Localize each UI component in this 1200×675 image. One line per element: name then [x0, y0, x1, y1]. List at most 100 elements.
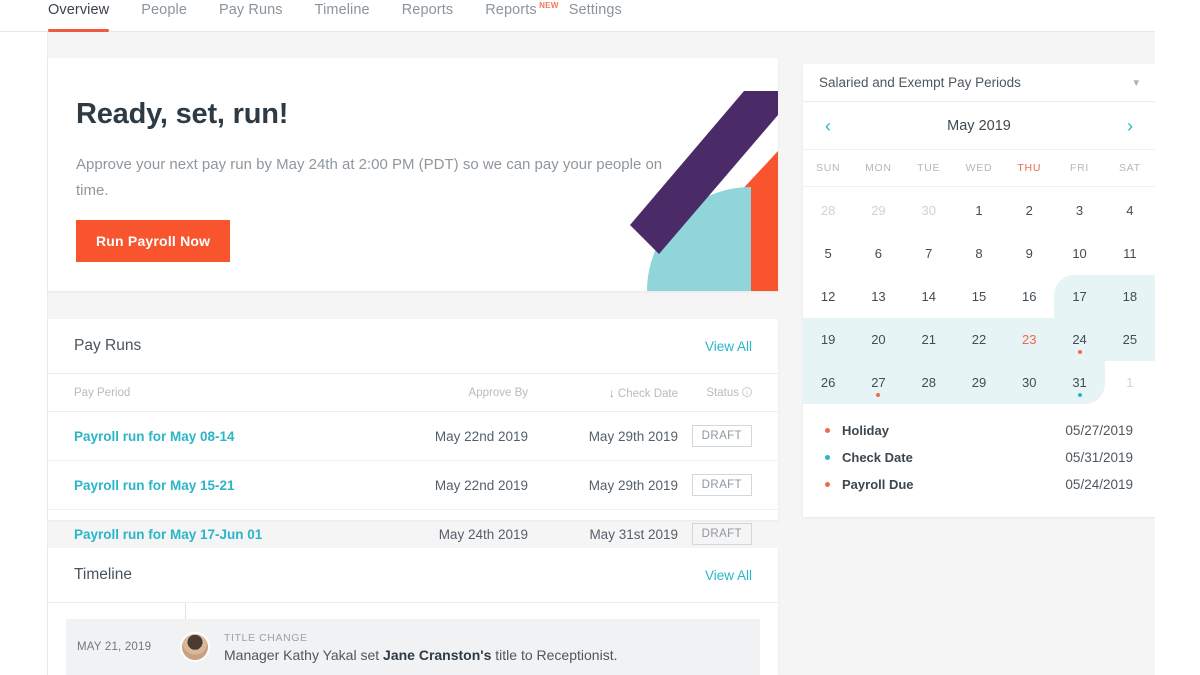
calendar-day-cell[interactable]: 29 [954, 361, 1004, 404]
pay-run-link[interactable]: Payroll run for May 08-14 [74, 429, 235, 444]
column-header-pay-period[interactable]: Pay Period [48, 374, 378, 412]
calendar-day-cell[interactable]: 13 [853, 275, 903, 318]
calendar-day-number: 11 [1123, 246, 1137, 261]
calendar-day-cell[interactable]: 21 [904, 318, 954, 361]
legend-label: Payroll Due [842, 477, 914, 492]
legend-row: Holiday 05/27/2019 [825, 417, 1133, 444]
calendar-day-cell[interactable]: 4 [1105, 189, 1155, 232]
calendar-day-number: 22 [971, 332, 987, 347]
timeline-text-bold: Jane Cranston's [383, 646, 492, 663]
nav-item-label: Timeline [314, 2, 370, 18]
pay-run-link[interactable]: Payroll run for May 15-21 [74, 478, 235, 493]
calendar-day-number: 5 [824, 246, 832, 261]
pay-period-select[interactable]: Salaried and Exempt Pay Periods ▾ [803, 64, 1155, 102]
calendar-day-cell[interactable]: 3 [1054, 189, 1104, 232]
calendar-event-dot-check [1077, 393, 1082, 397]
app-page: Overview People Pay Runs Timeline Reports Rep… [0, 0, 1200, 675]
calendar-day-number: 30 [1022, 375, 1037, 390]
cell-status: DRAFT [678, 411, 778, 461]
calendar-day-cell[interactable]: 30 [1004, 361, 1054, 404]
calendar-day-cell[interactable]: 23 [1004, 318, 1054, 361]
pay-runs-view-all-link[interactable]: View All [705, 339, 752, 354]
column-header-check-date-label: Check Date [617, 388, 678, 400]
calendar-day-cell[interactable]: 19 [803, 318, 853, 361]
calendar-day-cell[interactable]: 8 [954, 232, 1004, 275]
timeline-body: MAY 21, 2019 TITLE CHANGE Manager Kathy … [48, 603, 778, 675]
timeline-card: Timeline View All MAY 21, 2019 TITLE CHA… [48, 548, 778, 675]
timeline-view-all-link[interactable]: View All [705, 568, 752, 583]
column-header-check-date[interactable]: ↓ Check Date [528, 374, 678, 412]
calendar-day-cell[interactable]: 20 [853, 318, 903, 361]
nav-item-timeline[interactable]: Timeline [315, 0, 370, 32]
column-header-status[interactable]: Status i [678, 374, 778, 412]
calendar-day-cell[interactable]: 30 [904, 189, 954, 232]
calendar-day-cell[interactable]: 10 [1054, 232, 1104, 275]
run-payroll-button[interactable]: Run Payroll Now [76, 220, 231, 262]
nav-item-reports-new[interactable]: Reports NEW [485, 0, 558, 32]
calendar-day-number: 15 [971, 289, 987, 304]
calendar-day-cell[interactable]: 14 [904, 275, 954, 318]
page-title: Ready, set, run! [76, 98, 289, 130]
cell-pay-period: Payroll run for May 15-21 [48, 460, 378, 510]
calendar-day-cell[interactable]: 28 [904, 361, 954, 404]
calendar-day-cell[interactable]: 27 [853, 361, 903, 404]
calendar-day-cell[interactable]: 11 [1105, 232, 1155, 275]
nav-item-overview[interactable]: Overview [48, 0, 110, 32]
calendar-day-cell[interactable]: 16 [1004, 275, 1054, 318]
calendar-day-number: 8 [975, 246, 983, 261]
calendar-dow-wed: WED [965, 162, 993, 174]
calendar-day-cell[interactable]: 5 [803, 232, 853, 275]
calendar-day-number: 4 [1126, 203, 1134, 218]
calendar-day-cell[interactable]: 7 [904, 232, 954, 275]
calendar-day-cell[interactable]: 28 [803, 189, 853, 232]
calendar-day-number: 30 [921, 203, 936, 218]
chevron-left-icon[interactable]: ‹ [825, 117, 831, 135]
calendar-event-dot-holiday [876, 393, 881, 397]
nav-item-pay-runs[interactable]: Pay Runs [219, 0, 283, 32]
timeline-text-after: title to Receptionist. [491, 646, 618, 663]
calendar-legend: Holiday 05/27/2019 Check Date 05/31/2019 Pay… [803, 404, 1155, 498]
legend-left: Holiday [825, 423, 889, 438]
nav-item-settings[interactable]: Settings [569, 0, 622, 32]
calendar-day-cell[interactable]: 25 [1105, 318, 1155, 361]
calendar-day-cell[interactable]: 29 [853, 189, 903, 232]
calendar-dow-thu: THU [1017, 162, 1042, 174]
calendar-day-cell[interactable]: 17 [1054, 275, 1104, 318]
nav-item-reports[interactable]: Reports [402, 0, 453, 32]
nav-item-label: Settings [568, 2, 622, 18]
calendar-day-number: 14 [921, 289, 936, 304]
calendar-month-label: May 2019 [947, 117, 1011, 134]
calendar-day-cell[interactable]: 15 [954, 275, 1004, 318]
chevron-right-icon[interactable]: › [1127, 117, 1133, 135]
nav-item-label: Pay Runs [218, 2, 283, 18]
right-margin [1155, 0, 1200, 675]
list-item[interactable]: MAY 21, 2019 TITLE CHANGE Manager Kathy … [66, 619, 760, 675]
calendar-day-cell[interactable]: 22 [954, 318, 1004, 361]
calendar-day-cell[interactable]: 18 [1105, 275, 1155, 318]
table-row[interactable]: Payroll run for May 15-21 May 22nd 2019 Ma… [48, 460, 778, 510]
calendar-day-number: 9 [1025, 246, 1033, 261]
calendar-day-cell[interactable]: 31 [1054, 361, 1104, 404]
calendar-dow-mon: MON [865, 162, 892, 174]
column-header-approve-by[interactable]: Approve By [378, 374, 528, 412]
calendar-day-number: 26 [820, 375, 836, 390]
pay-run-link[interactable]: Payroll run for May 17-Jun 01 [74, 527, 262, 542]
calendar-day-cell[interactable]: 24 [1054, 318, 1104, 361]
calendar-day-cell[interactable]: 2 [1004, 189, 1054, 232]
chevron-down-icon: ▾ [1133, 77, 1139, 89]
table-header-row: Pay Period Approve By ↓ Check Date Status… [48, 374, 778, 412]
calendar-day-cell[interactable]: 26 [803, 361, 853, 404]
calendar-day-cell[interactable]: 6 [853, 232, 903, 275]
calendar-day-cell[interactable]: 1 [1105, 361, 1155, 404]
table-row[interactable]: Payroll run for May 08-14 May 22nd 2019 Ma… [48, 411, 778, 461]
cell-pay-period: Payroll run for May 08-14 [48, 411, 378, 461]
calendar-day-cell[interactable]: 9 [1004, 232, 1054, 275]
legend-date: 05/27/2019 [1065, 423, 1133, 438]
calendar-day-cell[interactable]: 1 [954, 189, 1004, 232]
legend-date: 05/24/2019 [1065, 477, 1133, 492]
nav-item-people[interactable]: People [141, 0, 187, 32]
legend-row: Check Date 05/31/2019 [825, 444, 1133, 471]
info-icon[interactable]: i [742, 387, 752, 397]
column-header-status-label: Status [706, 387, 739, 399]
calendar-day-cell[interactable]: 12 [803, 275, 853, 318]
